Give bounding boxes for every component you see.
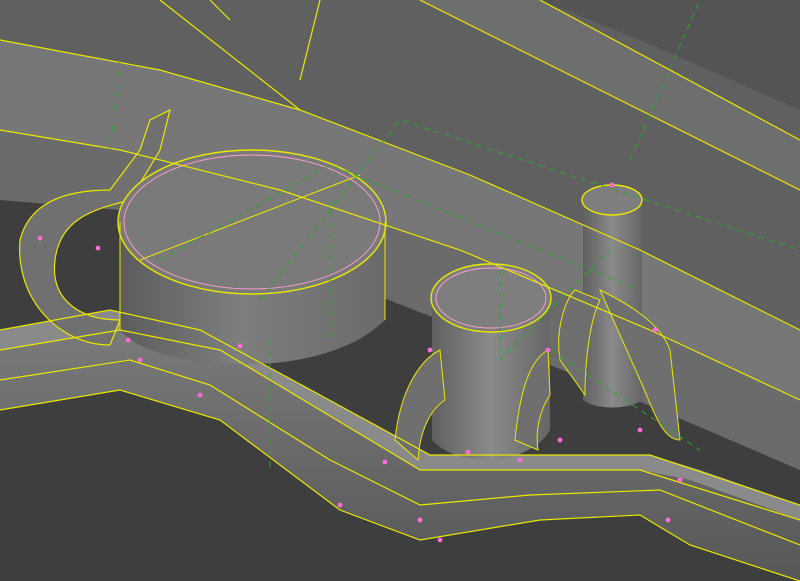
3d-cad-viewport[interactable] xyxy=(0,0,800,581)
large-cylindrical-boss[interactable] xyxy=(117,149,387,365)
cad-model-render[interactable] xyxy=(0,0,800,581)
